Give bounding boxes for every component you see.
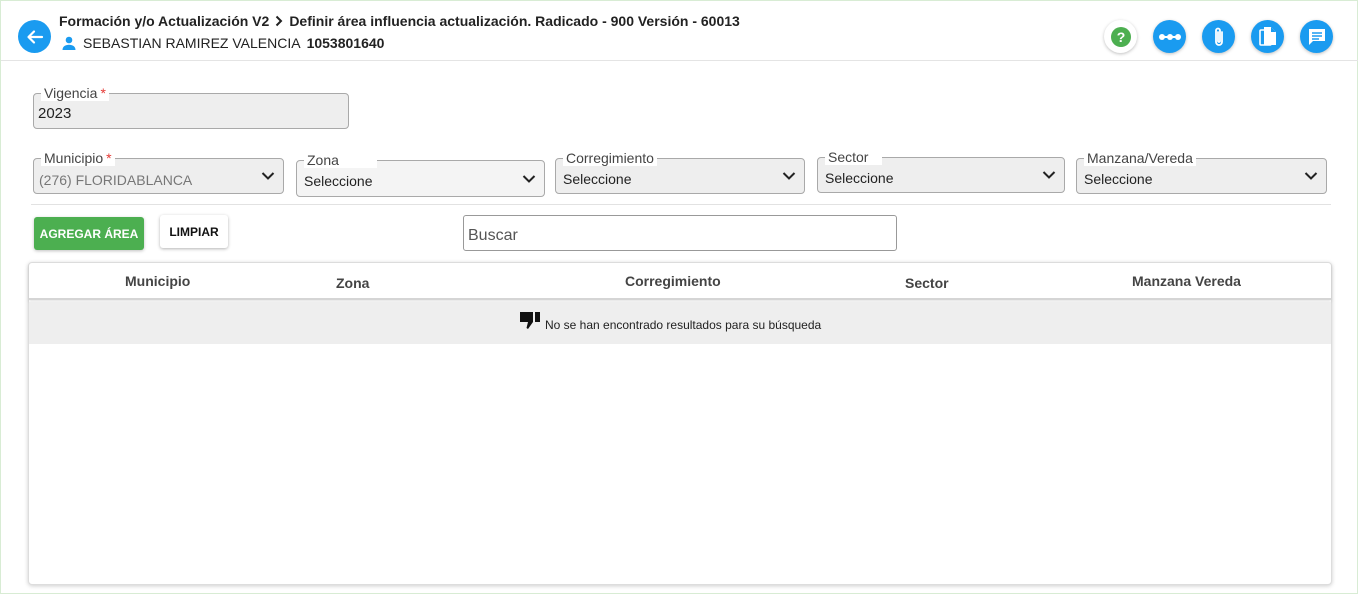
add-area-button[interactable]: AGREGAR ÁREA: [34, 217, 144, 250]
comment-list-icon: [1308, 28, 1325, 45]
zona-value: Seleccione: [304, 173, 373, 189]
thumbs-down-icon: [520, 312, 540, 329]
documents-button[interactable]: [1251, 20, 1284, 53]
chevron-right-icon: [275, 15, 283, 27]
clear-button[interactable]: LIMPIAR: [160, 215, 228, 248]
empty-message: No se han encontrado resultados para su …: [519, 310, 821, 332]
manzana-value: Seleccione: [1084, 171, 1153, 187]
municipio-select[interactable]: Municipio * (276) FLORIDABLANCA: [33, 150, 284, 194]
column-header-manzana-vereda[interactable]: Manzana Vereda: [1132, 273, 1241, 289]
page-header: Formación y/o Actualización V2 Definir á…: [1, 1, 1358, 61]
column-header-municipio[interactable]: Municipio: [125, 273, 190, 289]
sector-value: Seleccione: [825, 170, 894, 186]
attachments-button[interactable]: [1202, 20, 1235, 53]
breadcrumb: Formación y/o Actualización V2 Definir á…: [59, 13, 740, 29]
municipio-label: Municipio: [44, 150, 104, 166]
required-mark: *: [100, 85, 106, 101]
breadcrumb-item-module[interactable]: Formación y/o Actualización V2: [59, 13, 269, 29]
header-actions: ?: [1104, 20, 1349, 53]
manzana-label: Manzana/Vereda: [1087, 150, 1193, 166]
vigencia-label-wrap: Vigencia *: [41, 85, 109, 101]
chevron-down-icon: [782, 172, 796, 180]
zona-label: Zona: [307, 152, 339, 168]
vigencia-field[interactable]: Vigencia * 2023: [33, 85, 349, 129]
zona-select[interactable]: Zona Seleccione: [296, 152, 545, 197]
chevron-down-icon: [522, 174, 536, 183]
svg-text:?: ?: [1116, 29, 1125, 45]
column-header-corregimiento[interactable]: Corregimiento: [625, 273, 721, 289]
help-button[interactable]: ?: [1104, 20, 1137, 53]
chevron-down-icon: [261, 172, 275, 180]
empty-results-row: No se han encontrado resultados para su …: [29, 302, 1331, 344]
empty-message-text: No se han encontrado resultados para su …: [545, 318, 822, 332]
user-name: SEBASTIAN RAMIREZ VALENCIA: [83, 35, 301, 51]
copy-document-icon: [1258, 26, 1276, 46]
comments-button[interactable]: [1300, 20, 1333, 53]
chevron-down-icon: [1042, 171, 1056, 179]
municipio-label-wrap: Municipio *: [41, 150, 115, 166]
divider: [31, 204, 1331, 205]
person-icon: [62, 36, 76, 50]
search-input[interactable]: [463, 215, 897, 251]
user-info: SEBASTIAN RAMIREZ VALENCIA 1053801640: [61, 35, 384, 51]
user-id: 1053801640: [306, 35, 385, 51]
vigencia-label: Vigencia: [44, 85, 98, 101]
back-button[interactable]: [18, 20, 51, 53]
arrow-left-icon: [26, 29, 43, 44]
sector-label: Sector: [828, 149, 869, 165]
column-header-sector[interactable]: Sector: [905, 275, 949, 291]
help-icon: ?: [1110, 26, 1131, 47]
sector-select[interactable]: Sector Seleccione: [817, 149, 1065, 193]
corregimiento-select[interactable]: Corregimiento Seleccione: [555, 150, 805, 194]
column-header-zona[interactable]: Zona: [336, 275, 369, 291]
chevron-down-icon: [1304, 172, 1318, 180]
more-horizontal-icon: [1158, 33, 1181, 40]
required-mark: *: [106, 150, 112, 166]
zona-label-wrap: Zona: [304, 152, 377, 168]
more-options-button[interactable]: [1153, 20, 1186, 53]
corregimiento-label-wrap: Corregimiento: [563, 150, 657, 166]
manzana-vereda-select[interactable]: Manzana/Vereda Seleccione: [1076, 150, 1327, 194]
breadcrumb-item-current: Definir área influencia actualización. R…: [289, 13, 740, 29]
vigencia-value: 2023: [38, 105, 72, 122]
municipio-value: (276) FLORIDABLANCA: [39, 172, 193, 188]
manzana-label-wrap: Manzana/Vereda: [1084, 150, 1196, 166]
sector-label-wrap: Sector: [825, 149, 883, 165]
paperclip-icon: [1214, 27, 1223, 46]
table-header: Municipio Zona Corregimiento Sector Manz…: [29, 263, 1331, 300]
corregimiento-value: Seleccione: [563, 171, 632, 187]
results-table: Municipio Zona Corregimiento Sector Manz…: [28, 262, 1332, 585]
corregimiento-label: Corregimiento: [566, 150, 654, 166]
